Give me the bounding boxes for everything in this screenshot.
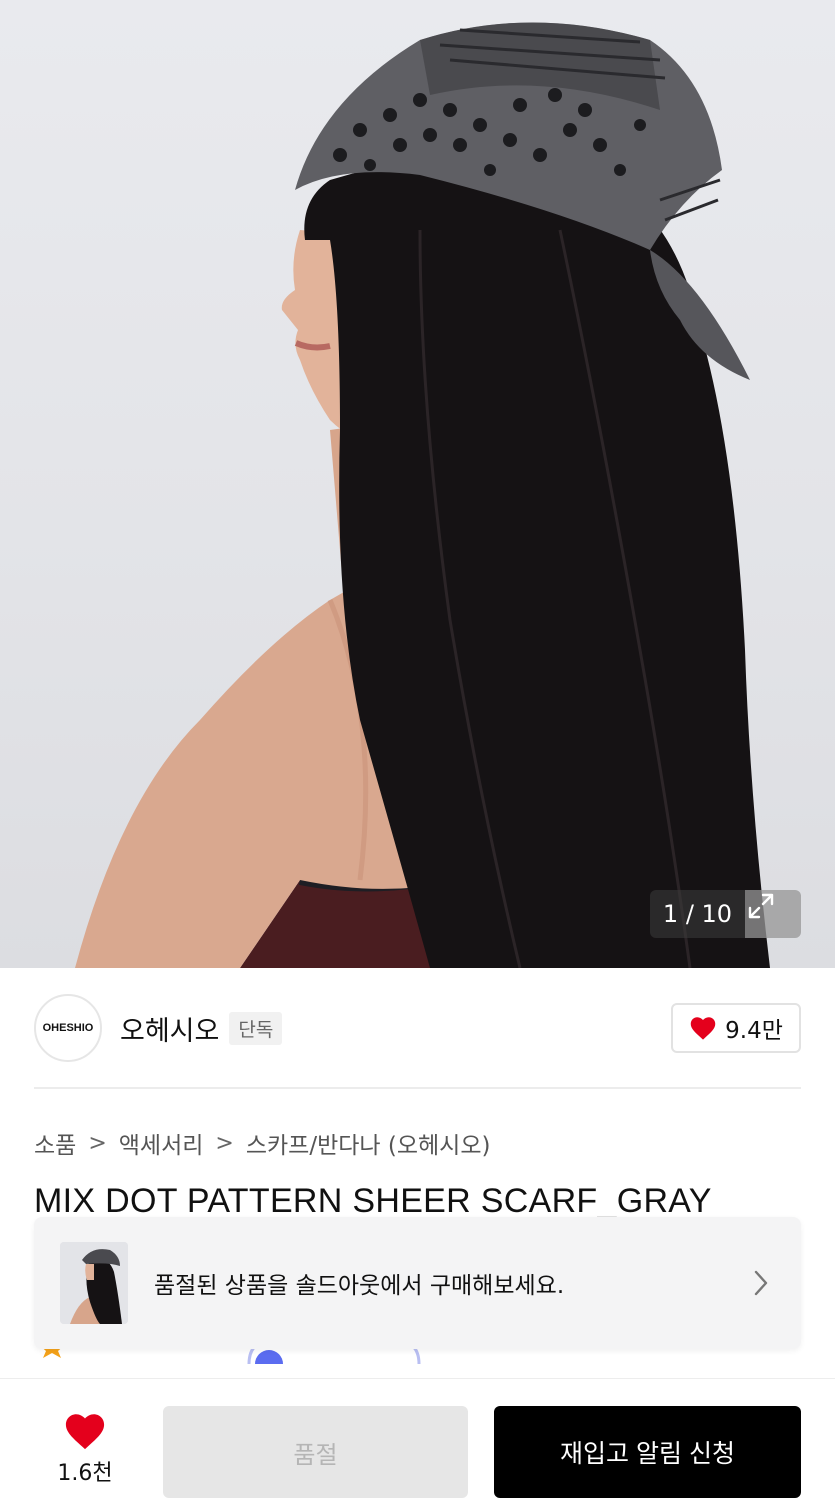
chevron-right-icon [754,1270,768,1296]
image-counter: 1 / 10 [650,890,745,938]
product-title: MIX DOT PATTERN SHEER SCARF_GRAY [34,1182,712,1220]
breadcrumb-item[interactable]: 스카프/반다나 (오헤시오) [246,1126,491,1160]
product-image-gallery[interactable]: 1 / 10 [0,0,835,968]
breadcrumb: 소품 > 액세서리 > 스카프/반다나 (오헤시오) [34,1125,490,1161]
heart-icon [690,1017,716,1040]
banner-thumbnail-image [60,1242,128,1324]
brand-row: OHESHIO 오헤시오 단독 9.4만 [34,994,801,1062]
brand-logo-text: OHESHIO [42,1022,94,1034]
chevron-right-icon: > [215,1130,234,1156]
wishlist-count: 1.6천 [57,1461,113,1486]
banner-text: 품절된 상품을 솔드아웃에서 구매해보세요. [154,1273,565,1299]
chevron-right-icon: > [88,1130,107,1156]
wishlist-button[interactable]: 1.6천 [50,1411,120,1487]
brand-like-button[interactable]: 9.4만 [671,1003,801,1053]
product-photo [75,22,770,968]
breadcrumb-item[interactable]: 소품 [34,1126,76,1160]
breadcrumb-item[interactable]: 액세서리 [119,1126,204,1160]
divider [34,1087,801,1089]
expand-icon [748,893,774,919]
restock-alert-button[interactable]: 재입고 알림 신청 [494,1406,801,1498]
heart-icon [65,1414,105,1450]
expand-button[interactable] [745,890,801,938]
exclusive-badge: 단독 [229,1011,283,1045]
banner-thumbnail [60,1242,128,1324]
soldout-promo-banner[interactable]: 품절된 상품을 솔드아웃에서 구매해보세요. [34,1217,801,1349]
brand-like-count: 9.4만 [725,1018,783,1044]
soldout-button[interactable]: 품절 [163,1406,468,1498]
brand-name[interactable]: 오헤시오 [120,1009,219,1048]
bottom-action-bar: 1.6천 품절 재입고 알림 신청 [0,1378,835,1500]
brand-logo[interactable]: OHESHIO [34,994,102,1062]
